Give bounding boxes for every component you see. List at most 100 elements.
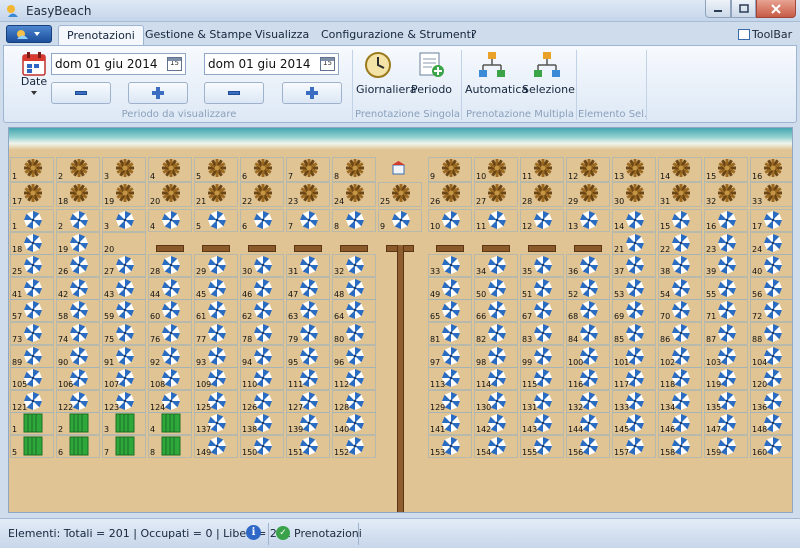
umbrella-spot[interactable]: 43 <box>102 277 146 300</box>
umbrella-spot[interactable]: 137 <box>194 412 238 435</box>
umbrella-spot[interactable]: 109 <box>194 367 238 390</box>
umbrella-spot[interactable]: 38 <box>658 254 702 277</box>
umbrella-spot[interactable]: 63 <box>286 299 330 322</box>
umbrella-spot[interactable]: 80 <box>332 322 376 345</box>
umbrella-spot[interactable]: 105 <box>10 367 54 390</box>
palm-spot[interactable]: 9 <box>428 157 472 182</box>
umbrella-spot[interactable]: 73 <box>10 322 54 345</box>
umbrella-spot[interactable]: 110 <box>240 367 284 390</box>
sunbed-spot[interactable]: 8 <box>148 435 192 458</box>
umbrella-spot[interactable]: 121 <box>10 390 54 413</box>
umbrella-spot[interactable]: 95 <box>286 345 330 368</box>
period-booking-button[interactable]: Periodo <box>411 48 452 96</box>
umbrella-spot[interactable]: 93 <box>194 345 238 368</box>
umbrella-spot[interactable]: 117 <box>612 367 656 390</box>
umbrella-spot[interactable]: 37 <box>612 254 656 277</box>
umbrella-spot[interactable]: 56 <box>750 277 792 300</box>
tab-prenotazioni[interactable]: Prenotazioni <box>58 25 144 45</box>
umbrella-spot[interactable]: 66 <box>474 299 518 322</box>
umbrella-spot[interactable]: 82 <box>474 322 518 345</box>
app-menu-button[interactable] <box>6 25 52 43</box>
palm-spot[interactable]: 2 <box>56 157 100 182</box>
palm-spot[interactable]: 19 <box>102 182 146 207</box>
umbrella-spot[interactable]: 153 <box>428 435 472 458</box>
umbrella-spot[interactable]: 148 <box>750 412 792 435</box>
umbrella-spot[interactable]: 60 <box>148 299 192 322</box>
umbrella-spot[interactable]: 132 <box>566 390 610 413</box>
palm-spot[interactable]: 32 <box>704 182 748 207</box>
umbrella-spot[interactable]: 115 <box>520 367 564 390</box>
palm-spot[interactable]: 11 <box>520 157 564 182</box>
umbrella-spot[interactable]: 134 <box>658 390 702 413</box>
umbrella-spot[interactable]: 70 <box>658 299 702 322</box>
umbrella-spot[interactable]: 125 <box>194 390 238 413</box>
palm-spot[interactable]: 3 <box>102 157 146 182</box>
umbrella-spot[interactable]: 68 <box>566 299 610 322</box>
umbrella-spot[interactable]: 47 <box>286 277 330 300</box>
umbrella-spot[interactable]: 90 <box>56 345 100 368</box>
date-menu-button[interactable]: Date <box>20 48 48 96</box>
umbrella-spot[interactable]: 55 <box>704 277 748 300</box>
umbrella-spot[interactable]: 76 <box>148 322 192 345</box>
tab-gestione-stampe[interactable]: Gestione & Stampe <box>137 25 260 45</box>
umbrella-spot[interactable]: 71 <box>704 299 748 322</box>
palm-spot[interactable]: 28 <box>520 182 564 207</box>
sunbed-spot[interactable]: 3 <box>102 412 146 435</box>
start-date-picker[interactable]: 15 <box>51 53 186 75</box>
umbrella-spot[interactable]: 27 <box>102 254 146 277</box>
umbrella-spot[interactable]: 8 <box>332 209 376 232</box>
sunbed-spot[interactable]: 2 <box>56 412 100 435</box>
umbrella-spot[interactable]: 145 <box>612 412 656 435</box>
palm-spot[interactable]: 21 <box>194 182 238 207</box>
tab-help[interactable]: ? <box>463 25 485 45</box>
umbrella-spot[interactable]: 141 <box>428 412 472 435</box>
umbrella-spot[interactable]: 127 <box>286 390 330 413</box>
umbrella-spot[interactable]: 5 <box>194 209 238 232</box>
umbrella-spot[interactable]: 18 <box>10 232 54 255</box>
umbrella-spot[interactable]: 101 <box>612 345 656 368</box>
umbrella-spot[interactable]: 17 <box>750 209 792 232</box>
palm-spot[interactable]: 30 <box>612 182 656 207</box>
close-button[interactable] <box>756 0 796 18</box>
umbrella-spot[interactable]: 88 <box>750 322 792 345</box>
umbrella-spot[interactable]: 39 <box>704 254 748 277</box>
umbrella-spot[interactable]: 1 <box>10 209 54 232</box>
umbrella-spot[interactable]: 10 <box>428 209 472 232</box>
umbrella-spot[interactable]: 147 <box>704 412 748 435</box>
toolbar-toggle[interactable]: ToolBar <box>738 28 792 41</box>
umbrella-spot[interactable]: 152 <box>332 435 376 458</box>
umbrella-spot[interactable]: 34 <box>474 254 518 277</box>
palm-spot[interactable]: 6 <box>240 157 284 182</box>
umbrella-spot[interactable]: 49 <box>428 277 472 300</box>
umbrella-spot[interactable]: 138 <box>240 412 284 435</box>
umbrella-spot[interactable]: 23 <box>704 232 748 255</box>
start-date-field[interactable] <box>52 54 164 74</box>
sunbed-spot[interactable]: 5 <box>10 435 54 458</box>
umbrella-spot[interactable]: 89 <box>10 345 54 368</box>
umbrella-spot[interactable]: 81 <box>428 322 472 345</box>
palm-spot[interactable]: 23 <box>286 182 330 207</box>
palm-spot[interactable]: 33 <box>750 182 792 207</box>
sunbed-spot[interactable]: 6 <box>56 435 100 458</box>
palm-spot[interactable]: 17 <box>10 182 54 207</box>
start-date-increment-button[interactable] <box>128 82 188 104</box>
umbrella-spot[interactable]: 103 <box>704 345 748 368</box>
umbrella-spot[interactable]: 143 <box>520 412 564 435</box>
palm-spot[interactable]: 12 <box>566 157 610 182</box>
umbrella-spot[interactable]: 135 <box>704 390 748 413</box>
start-date-decrement-button[interactable] <box>51 82 111 104</box>
umbrella-spot[interactable]: 75 <box>102 322 146 345</box>
umbrella-spot[interactable]: 11 <box>474 209 518 232</box>
umbrella-spot[interactable]: 102 <box>658 345 702 368</box>
umbrella-spot[interactable]: 96 <box>332 345 376 368</box>
minimize-button[interactable] <box>705 0 731 18</box>
umbrella-spot[interactable]: 46 <box>240 277 284 300</box>
umbrella-spot[interactable]: 26 <box>56 254 100 277</box>
umbrella-spot[interactable]: 108 <box>148 367 192 390</box>
umbrella-spot[interactable]: 111 <box>286 367 330 390</box>
umbrella-spot[interactable]: 136 <box>750 390 792 413</box>
umbrella-spot[interactable]: 84 <box>566 322 610 345</box>
umbrella-spot[interactable]: 22 <box>658 232 702 255</box>
sunbed-spot[interactable]: 7 <box>102 435 146 458</box>
calendar-icon[interactable]: 15 <box>320 57 335 71</box>
